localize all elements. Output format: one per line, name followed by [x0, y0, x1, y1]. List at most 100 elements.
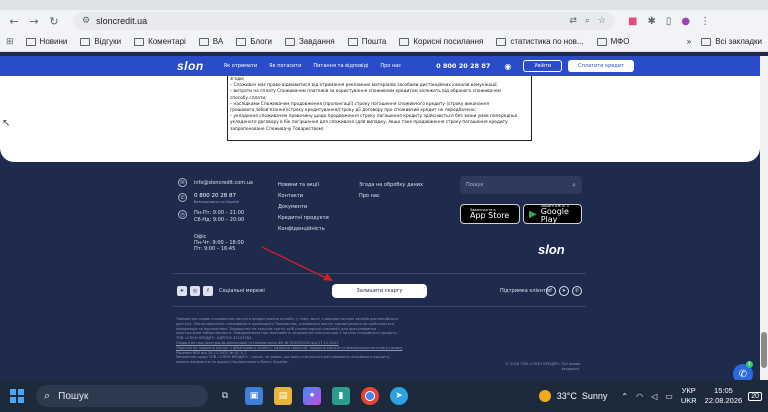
footer-link[interactable]: Документи — [278, 202, 329, 213]
search-icon[interactable]: ⌕ — [572, 181, 576, 190]
nav-how-to-repay[interactable]: Як погасити — [269, 63, 301, 69]
bookmark-item[interactable]: Блоги — [236, 37, 272, 46]
telegram-icon[interactable]: ➤ — [177, 286, 187, 296]
facebook-icon[interactable]: f — [203, 286, 213, 296]
more-bookmarks-icon[interactable]: » — [687, 37, 691, 46]
mouse-cursor-icon: ↖ — [2, 118, 11, 129]
viber-icon[interactable]: ✆ — [572, 286, 582, 296]
file-explorer-icon[interactable]: ▤ — [274, 387, 292, 405]
speaker-icon[interactable]: ◁ — [651, 392, 657, 401]
bookmark-item[interactable]: Відгуки — [80, 37, 121, 46]
footer-link[interactable]: Про нас — [359, 191, 423, 202]
pay-credit-button[interactable]: Сплатити кредит — [568, 60, 634, 72]
footer-hours: Пн-Пт: 9:00 – 21:00 — [194, 210, 245, 216]
email-icon: ✉ — [178, 178, 187, 187]
app-store-badge[interactable]: Завантажте в App Store — [460, 204, 520, 224]
copilot-icon[interactable]: ✦ — [303, 387, 321, 405]
instagram-icon[interactable]: ◎ — [190, 286, 200, 296]
bookmark-item[interactable]: ВА — [198, 37, 223, 46]
bookmark-item[interactable]: Пошта — [347, 37, 386, 46]
language-indicator[interactable]: УКР UKR — [681, 386, 697, 406]
nav-faq[interactable]: Питання та відповіді — [313, 63, 368, 69]
forward-icon[interactable]: → — [26, 13, 42, 29]
login-button[interactable]: Увійти — [523, 60, 563, 72]
address-bar[interactable]: ⚙ sloncredit.ua ⇄ ⌕ ☆ — [74, 12, 614, 30]
search-icon: ⌕ — [44, 389, 51, 402]
folder-icon — [596, 37, 607, 46]
google-play-badge[interactable]: ▶ ЗАВАНТАЖТЕ З Google Play — [523, 204, 582, 224]
extensions-puzzle-icon[interactable]: ✱ — [647, 16, 655, 27]
chat-unread-badge: 1 — [746, 361, 753, 368]
footer-search-input[interactable]: Пошук ⌕ — [460, 176, 582, 194]
weather-widget[interactable]: 33°C Sunny — [538, 390, 607, 402]
apps-grid-icon[interactable]: ⊞ — [6, 36, 14, 47]
page-scrollbar[interactable] — [760, 56, 768, 380]
accessibility-eye-icon[interactable]: ◉ — [504, 62, 511, 71]
support-label: Підтримка клієнтів — [500, 288, 551, 294]
folder-icon — [347, 37, 358, 46]
back-icon[interactable]: ← — [6, 13, 22, 29]
footer-logo[interactable]: slon — [538, 242, 565, 257]
footer-divider — [173, 306, 586, 307]
menu-kebab-icon[interactable]: ⋮ — [700, 16, 710, 27]
footer-link[interactable]: Кредитні продукти — [278, 213, 329, 224]
nav-about[interactable]: Про нас — [380, 63, 401, 69]
header-phone[interactable]: 0 800 20 28 87 — [436, 62, 490, 70]
footer-divider — [173, 273, 586, 274]
footer-email[interactable]: info@sloncredit.com.ua — [194, 180, 253, 186]
folder-icon — [236, 37, 247, 46]
address-url: sloncredit.ua — [96, 16, 148, 26]
clock-icon: ◷ — [178, 210, 187, 219]
extension-color-icon[interactable]: ■ — [628, 16, 637, 27]
all-bookmarks[interactable]: Всі закладки — [701, 37, 762, 46]
wifi-icon[interactable]: ◠ — [636, 392, 643, 401]
task-view-icon[interactable]: ⧉ — [216, 387, 234, 405]
clock[interactable]: 15:05 22.08.2026 — [705, 386, 743, 406]
footer-link[interactable]: Згода на обробку даних — [359, 180, 423, 191]
footer-phone-note: безкоштовно по Україні — [194, 200, 239, 204]
leave-complaint-button[interactable]: Залишити скаргу — [332, 284, 427, 298]
nav-how-to-get[interactable]: Як отримати — [224, 63, 257, 69]
folder-icon — [134, 37, 145, 46]
windows-start-icon[interactable] — [10, 389, 24, 403]
bookmark-item[interactable]: Завдання — [284, 37, 335, 46]
scrollbar-thumb[interactable] — [761, 332, 767, 368]
phone-link-icon[interactable]: ▮ — [332, 387, 350, 405]
tray-chevron-icon[interactable]: ⌃ — [621, 392, 628, 401]
bookmark-item[interactable]: Корисні посилання — [399, 37, 483, 46]
site-logo[interactable]: slon — [177, 59, 204, 73]
telegram-support-icon[interactable]: ➤ — [559, 286, 569, 296]
folder-icon — [399, 37, 410, 46]
bookmark-item[interactable]: статистика по нов... — [496, 37, 584, 46]
reload-icon[interactable]: ↻ — [46, 13, 62, 29]
notifications-badge[interactable]: 20 — [748, 391, 762, 401]
bookmark-item[interactable]: Новини — [25, 37, 67, 46]
footer-link[interactable]: Новини та акції — [278, 180, 329, 191]
bookmark-item[interactable]: Коментарі — [134, 37, 186, 46]
footer-office-hours: Пт: 9:00 – 16:45 — [194, 246, 236, 252]
folder-icon — [25, 37, 36, 46]
telegram-app-icon[interactable]: ➤ — [390, 387, 408, 405]
footer-phone[interactable]: 0 800 20 28 87 — [194, 193, 236, 199]
battery-icon[interactable]: ▭ — [665, 392, 673, 401]
notice-line: запропоноване Споживачу Товариством) . — [230, 126, 327, 132]
taskbar-search[interactable]: ⌕ Пошук — [36, 385, 208, 407]
google-play-icon: ▶ — [529, 208, 537, 220]
credit-notice-box: згоди; – Споживач має право відмовитися … — [227, 76, 532, 141]
bookmark-item[interactable]: МФО — [596, 37, 629, 46]
footer-link[interactable]: Контакти — [278, 191, 329, 202]
zoom-icon[interactable]: ⌕ — [585, 16, 590, 26]
photos-app-icon[interactable]: ▣ — [245, 387, 263, 405]
notice-line: укладеного договору в бік погіршення для… — [230, 120, 508, 126]
bookmark-star-icon[interactable]: ☆ — [598, 16, 606, 26]
footer-search-placeholder: Пошук — [466, 182, 484, 188]
sidebar-icon[interactable]: ▯ — [666, 16, 672, 27]
translate-icon[interactable]: ⇄ — [569, 16, 577, 26]
chrome-icon[interactable] — [361, 387, 379, 405]
profile-avatar-icon[interactable]: ● — [681, 16, 690, 27]
site-info-icon[interactable]: ⚙ — [82, 16, 90, 26]
facebook-messenger-icon[interactable]: f — [546, 286, 556, 296]
browser-tab-strip — [0, 0, 768, 10]
footer-link[interactable]: Конфіденційність — [278, 224, 329, 235]
bookmarks-bar: ⊞ Новини Відгуки Коментарі ВА Блоги Завд… — [0, 32, 768, 52]
